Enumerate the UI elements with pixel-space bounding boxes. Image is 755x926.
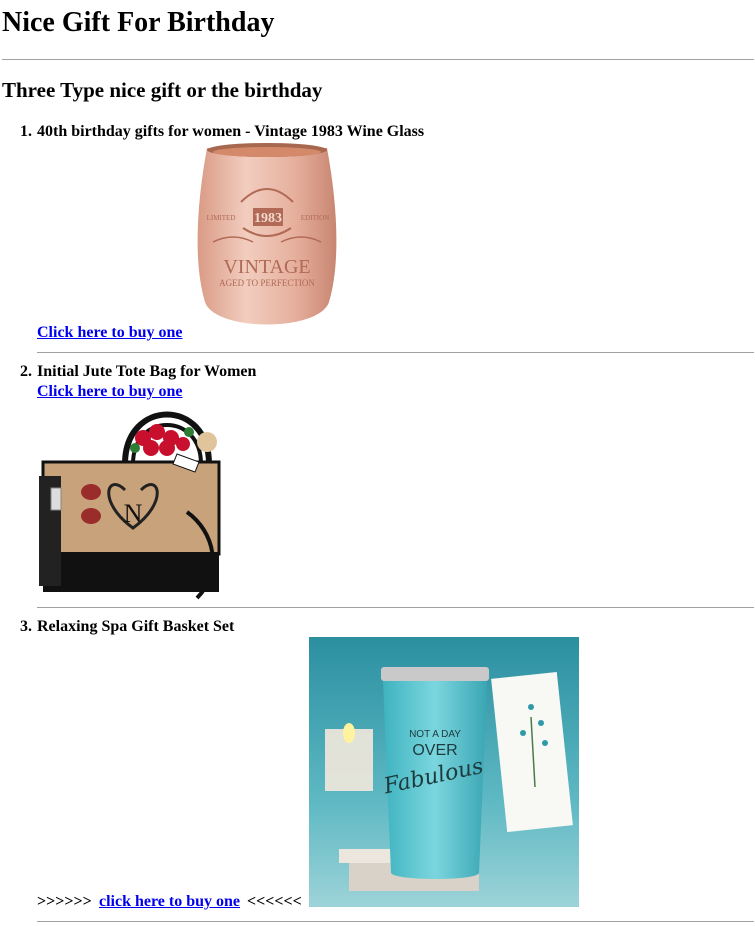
- svg-text:VINTAGE: VINTAGE: [223, 256, 310, 278]
- svg-text:1983: 1983: [254, 211, 282, 226]
- buy-link-spa-set[interactable]: click here to buy one: [99, 892, 240, 912]
- section-title: Three Type nice gift or the birthday: [2, 78, 323, 102]
- link-prefix: >>>>>>: [37, 893, 92, 910]
- item-title: 40th birthday gifts for women - Vintage …: [37, 123, 425, 140]
- wine-glass-image: 1983 LIMITED EDITION VINTAGE AGED TO PER…: [195, 142, 339, 340]
- tumbler-image: NOT A DAY OVER Fabulous: [309, 637, 579, 907]
- svg-text:NOT A DAY: NOT A DAY: [409, 729, 461, 740]
- list-item-number: 3.: [20, 618, 32, 635]
- buy-link-tote-bag[interactable]: Click here to buy one: [37, 382, 182, 402]
- item-title: Initial Jute Tote Bag for Women: [37, 363, 257, 380]
- svg-text:EDITION: EDITION: [301, 214, 329, 222]
- divider: [37, 921, 754, 922]
- link-suffix: <<<<<<: [247, 893, 302, 910]
- svg-text:OVER: OVER: [412, 742, 457, 759]
- item-title: Relaxing Spa Gift Basket Set: [37, 618, 235, 635]
- list-item-number: 2.: [20, 363, 32, 380]
- divider: [37, 607, 754, 608]
- svg-text:N: N: [124, 499, 143, 528]
- list-item-number: 1.: [20, 123, 32, 140]
- buy-link-wine-glass[interactable]: Click here to buy one: [37, 323, 182, 343]
- divider: [2, 59, 754, 60]
- page-title: Nice Gift For Birthday: [2, 7, 275, 38]
- svg-text:AGED TO PERFECTION: AGED TO PERFECTION: [219, 278, 315, 288]
- svg-text:LIMITED: LIMITED: [207, 214, 236, 222]
- divider: [37, 352, 754, 353]
- tote-bag-image: N: [37, 402, 227, 600]
